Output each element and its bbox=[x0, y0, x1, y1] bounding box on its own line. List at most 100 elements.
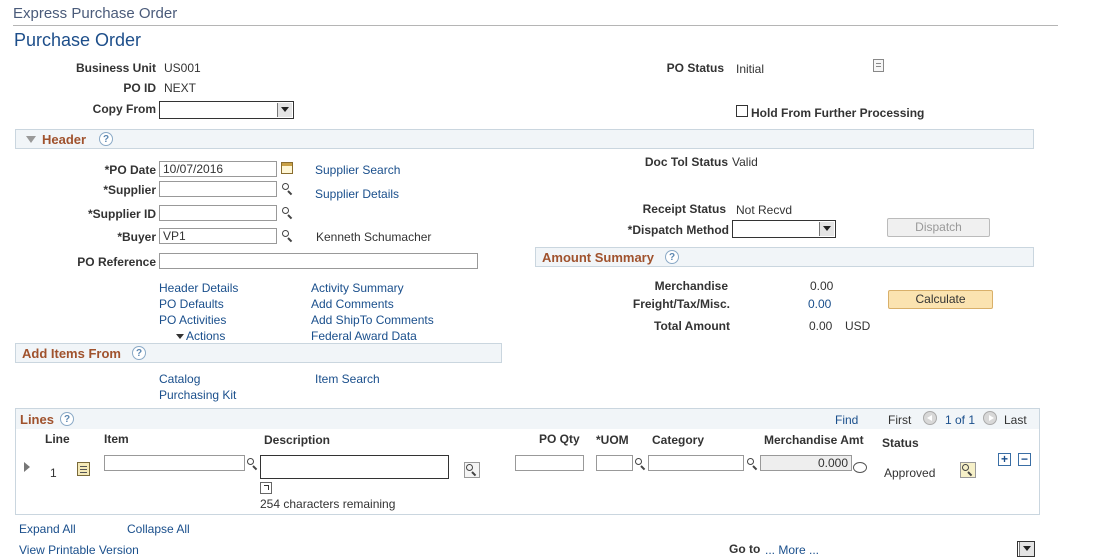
triangle-down-icon bbox=[26, 136, 36, 143]
supplier-id-input[interactable] bbox=[159, 205, 277, 221]
category-input[interactable] bbox=[648, 455, 744, 471]
expand-all-link[interactable]: Expand All bbox=[19, 522, 76, 536]
delete-row-icon[interactable]: − bbox=[1018, 453, 1031, 466]
po-reference-label: PO Reference bbox=[77, 255, 156, 269]
goto-select[interactable] bbox=[1017, 541, 1035, 557]
hold-label: Hold From Further Processing bbox=[751, 106, 925, 120]
title-divider bbox=[13, 25, 1058, 26]
uom-input[interactable] bbox=[596, 455, 633, 471]
arrow-left-icon[interactable] bbox=[923, 411, 937, 425]
goto-label: Go to bbox=[729, 542, 761, 556]
line-detail-icon[interactable] bbox=[77, 462, 90, 476]
doc-tol-status-label: Doc Tol Status bbox=[644, 155, 728, 169]
add-items-bar: Add Items From ? bbox=[15, 343, 502, 363]
header-section-bar[interactable]: Header ? bbox=[15, 129, 1034, 149]
chevron-down-icon bbox=[819, 222, 834, 236]
amount-summary-bar: Amount Summary ? bbox=[535, 247, 1034, 267]
actions-link[interactable]: Actions bbox=[186, 329, 225, 343]
currency-code: USD bbox=[845, 319, 871, 333]
arrow-right-icon[interactable] bbox=[983, 411, 997, 425]
po-date-label: *PO Date bbox=[104, 163, 156, 177]
total-amount-value: 0.00 bbox=[809, 319, 833, 333]
po-defaults-link[interactable]: PO Defaults bbox=[159, 297, 224, 311]
po-date-input[interactable]: 10/07/2016 bbox=[159, 161, 277, 177]
search-icon[interactable] bbox=[746, 457, 760, 471]
collapse-all-link[interactable]: Collapse All bbox=[127, 522, 190, 536]
freight-label: Freight/Tax/Misc. bbox=[632, 297, 730, 311]
dispatch-method-label: *Dispatch Method bbox=[627, 223, 729, 237]
triangle-down-icon bbox=[176, 334, 184, 339]
notepad-icon[interactable] bbox=[873, 59, 884, 72]
col-line: Line bbox=[45, 432, 70, 446]
search-icon[interactable] bbox=[281, 206, 295, 220]
goto-more-link[interactable]: ... More ... bbox=[765, 543, 819, 557]
col-description: Description bbox=[264, 433, 331, 447]
find-link[interactable]: Find bbox=[835, 413, 858, 427]
lines-grid-header bbox=[16, 409, 1039, 429]
hold-checkbox[interactable] bbox=[736, 105, 748, 117]
item-input[interactable] bbox=[104, 455, 245, 471]
supplier-input[interactable] bbox=[159, 181, 277, 197]
pagination-range: 1 of 1 bbox=[945, 413, 976, 427]
po-qty-input[interactable] bbox=[515, 455, 584, 471]
receipt-status-value: Not Recvd bbox=[736, 203, 793, 217]
comment-bubble-icon[interactable] bbox=[853, 462, 867, 473]
po-id-value: NEXT bbox=[164, 81, 197, 95]
supplier-search-link[interactable]: Supplier Search bbox=[315, 163, 400, 177]
col-po-qty: PO Qty bbox=[539, 432, 580, 446]
help-icon[interactable]: ? bbox=[99, 132, 113, 146]
help-icon[interactable]: ? bbox=[665, 250, 679, 264]
merchandise-amt-field: 0.000 bbox=[760, 455, 852, 471]
copy-from-label: Copy From bbox=[92, 102, 156, 116]
add-row-icon[interactable]: + bbox=[998, 453, 1011, 466]
last-label: Last bbox=[1004, 413, 1027, 427]
supplier-details-link[interactable]: Supplier Details bbox=[315, 187, 399, 201]
chars-remaining: 254 characters remaining bbox=[260, 497, 396, 511]
po-reference-input[interactable] bbox=[159, 253, 478, 269]
description-input[interactable] bbox=[260, 455, 449, 479]
expand-text-icon[interactable] bbox=[260, 482, 272, 494]
activity-summary-link[interactable]: Activity Summary bbox=[311, 281, 404, 295]
federal-award-data-link[interactable]: Federal Award Data bbox=[311, 329, 417, 343]
po-status-label: PO Status bbox=[666, 61, 724, 75]
supplier-label: *Supplier bbox=[103, 183, 156, 197]
calendar-icon[interactable] bbox=[281, 162, 293, 174]
freight-value-link[interactable]: 0.00 bbox=[808, 297, 831, 311]
line-number: 1 bbox=[50, 466, 57, 480]
search-icon[interactable] bbox=[634, 457, 648, 471]
help-icon[interactable]: ? bbox=[60, 412, 74, 426]
expand-row-icon[interactable] bbox=[24, 462, 30, 472]
copy-from-select[interactable] bbox=[159, 101, 294, 119]
col-uom: *UOM bbox=[596, 433, 629, 447]
catalog-link[interactable]: Catalog bbox=[159, 372, 200, 386]
add-shipto-comments-link[interactable]: Add ShipTo Comments bbox=[311, 313, 434, 327]
dispatch-method-select[interactable] bbox=[732, 220, 836, 238]
col-category: Category bbox=[652, 433, 705, 447]
header-section-title: Header bbox=[42, 132, 87, 147]
page-title: Purchase Order bbox=[14, 30, 142, 50]
chevron-down-icon bbox=[1019, 542, 1034, 556]
buyer-input[interactable]: VP1 bbox=[159, 228, 277, 244]
header-details-link[interactable]: Header Details bbox=[159, 281, 238, 295]
buyer-label: *Buyer bbox=[117, 230, 156, 244]
calculate-button[interactable]: Calculate bbox=[888, 290, 993, 309]
business-unit-value: US001 bbox=[164, 61, 201, 75]
purchasing-kit-link[interactable]: Purchasing Kit bbox=[159, 388, 236, 402]
po-activities-link[interactable]: PO Activities bbox=[159, 313, 226, 327]
add-comments-link[interactable]: Add Comments bbox=[311, 297, 394, 311]
line-status: Approved bbox=[884, 466, 936, 480]
merchandise-value: 0.00 bbox=[810, 279, 834, 293]
po-id-label: PO ID bbox=[123, 81, 156, 95]
doc-tol-status-value: Valid bbox=[732, 155, 758, 169]
item-search-link[interactable]: Item Search bbox=[315, 372, 380, 386]
search-icon[interactable] bbox=[281, 182, 295, 196]
item-lookup-icon[interactable] bbox=[464, 462, 480, 478]
view-printable-link[interactable]: View Printable Version bbox=[19, 543, 139, 557]
help-icon[interactable]: ? bbox=[132, 346, 146, 360]
component-title: Express Purchase Order bbox=[13, 5, 178, 22]
search-icon[interactable] bbox=[281, 229, 295, 243]
search-icon[interactable] bbox=[246, 457, 260, 471]
line-details-icon[interactable] bbox=[960, 462, 976, 478]
dispatch-button[interactable]: Dispatch bbox=[887, 218, 990, 237]
supplier-id-label: *Supplier ID bbox=[87, 207, 156, 221]
